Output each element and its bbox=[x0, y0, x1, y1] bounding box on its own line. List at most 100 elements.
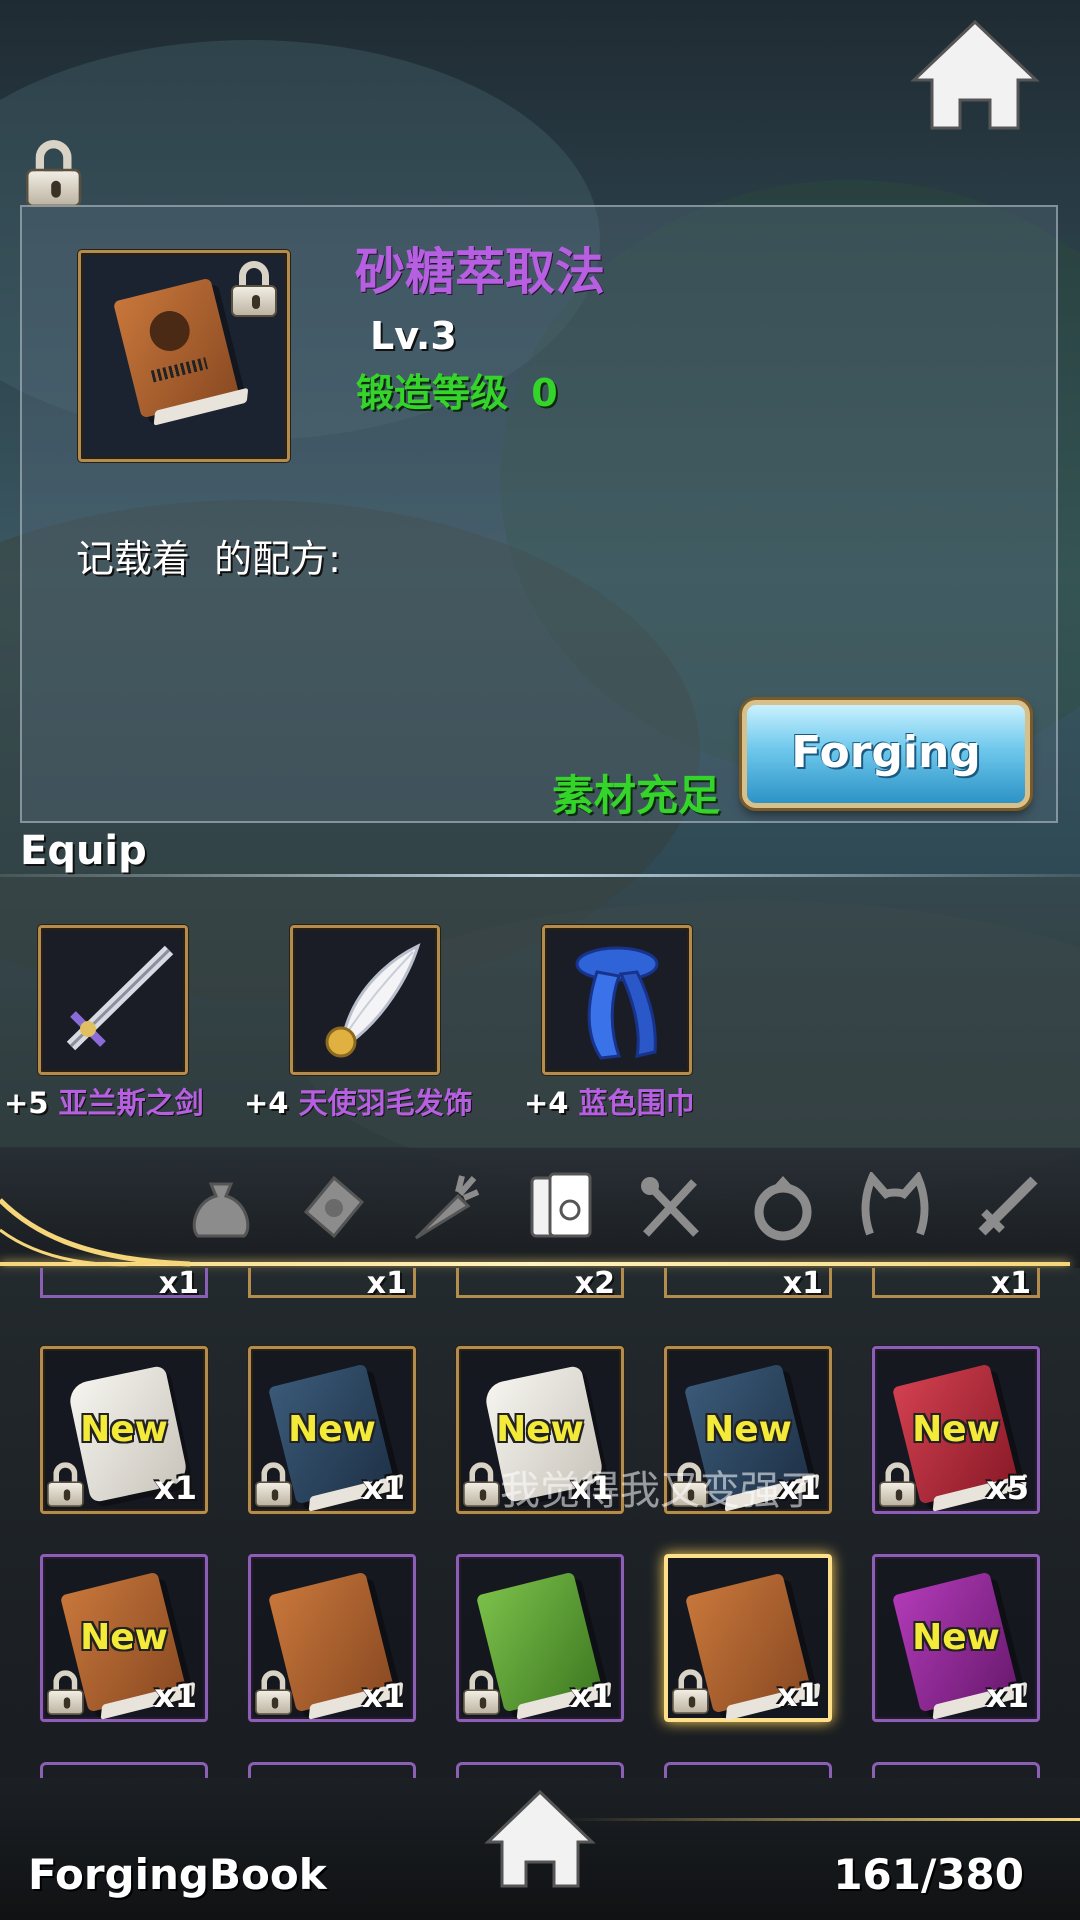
partial-slot[interactable] bbox=[456, 1762, 624, 1778]
lock-icon bbox=[47, 1462, 84, 1507]
home-icon bbox=[484, 1789, 596, 1888]
book-icon bbox=[530, 1172, 592, 1238]
feather-hairpin-icon bbox=[325, 943, 421, 1058]
partial-slot[interactable]: x1 bbox=[248, 1268, 416, 1301]
tab-cutlery[interactable] bbox=[636, 1172, 706, 1242]
item-count: x1 bbox=[362, 1469, 405, 1507]
ring-icon bbox=[754, 1176, 812, 1241]
home-button[interactable] bbox=[910, 19, 1040, 130]
lock-icon bbox=[47, 1670, 84, 1715]
equip-name-2: 天使羽毛发饰 bbox=[298, 1086, 473, 1120]
item-count: x1 bbox=[366, 1268, 407, 1301]
inventory-slot-selected[interactable]: x1 bbox=[664, 1554, 832, 1722]
item-count: x1 bbox=[986, 1677, 1029, 1715]
forging-button-label: Forging bbox=[791, 727, 981, 778]
item-count: x1 bbox=[782, 1268, 823, 1301]
item-count: x1 bbox=[777, 1676, 820, 1714]
inventory-slot[interactable]: New x5 bbox=[872, 1346, 1040, 1514]
partial-slot[interactable]: x2 bbox=[456, 1268, 624, 1301]
recipe-book-icon bbox=[112, 277, 240, 419]
equip-name-3: 蓝色围巾 bbox=[578, 1086, 695, 1120]
bag-icon bbox=[192, 1182, 250, 1238]
lock-icon bbox=[255, 1670, 292, 1715]
equip-plus-3: +4 bbox=[524, 1086, 569, 1120]
tab-envelope[interactable] bbox=[298, 1172, 368, 1242]
sword-icon bbox=[978, 1176, 1038, 1236]
equip-name-1: 亚兰斯之剑 bbox=[58, 1086, 204, 1120]
forging-button[interactable]: Forging bbox=[742, 700, 1030, 808]
forge-level-label: 锻造等级 bbox=[356, 371, 509, 415]
partial-slot[interactable]: x1 bbox=[40, 1268, 208, 1301]
equip-label-3: +4 蓝色围巾 bbox=[524, 1080, 695, 1122]
lock-icon bbox=[231, 261, 277, 317]
lock-icon bbox=[879, 1462, 916, 1507]
tab-bag[interactable] bbox=[186, 1172, 256, 1242]
inventory-slot[interactable]: New x1 bbox=[40, 1554, 208, 1722]
blue-scarf-icon bbox=[575, 946, 659, 1060]
tab-ring[interactable] bbox=[748, 1172, 818, 1242]
material-status: 素材充足 bbox=[552, 771, 721, 820]
equip-slot-1[interactable] bbox=[38, 925, 188, 1075]
item-description: 记载着 的配方: bbox=[76, 537, 341, 581]
inventory-slot[interactable]: New x1 bbox=[40, 1346, 208, 1514]
cutlery-icon bbox=[641, 1177, 699, 1237]
inventory-grid: x1 x1 x2 x1 x1 New x1 New x1 New x1 New … bbox=[0, 1268, 1080, 1778]
tab-bar-ornament bbox=[0, 1198, 190, 1267]
equip-title: Equip bbox=[20, 828, 147, 874]
item-count: x2 bbox=[574, 1268, 615, 1301]
lock-icon bbox=[463, 1670, 500, 1715]
item-name: 砂糖萃取法 bbox=[355, 243, 605, 301]
footer-home-button[interactable] bbox=[484, 1789, 596, 1890]
tab-recipe-book[interactable] bbox=[522, 1166, 602, 1246]
item-count: x1 bbox=[154, 1469, 197, 1507]
lock-icon[interactable] bbox=[26, 140, 82, 208]
equip-slot-2[interactable] bbox=[290, 925, 440, 1075]
inventory-slot[interactable]: New x1 bbox=[872, 1554, 1040, 1722]
item-level: Lv.3 bbox=[370, 314, 457, 358]
inventory-slot[interactable]: x1 bbox=[456, 1554, 624, 1722]
footer-gold-line bbox=[560, 1818, 1080, 1821]
footer-title: ForgingBook bbox=[28, 1850, 327, 1899]
carrot-icon bbox=[414, 1175, 480, 1240]
inventory-slot[interactable]: x1 bbox=[248, 1554, 416, 1722]
forge-level-line: 锻造等级 0 bbox=[356, 362, 558, 417]
partial-slot[interactable] bbox=[248, 1762, 416, 1778]
equip-plus-1: +5 bbox=[4, 1086, 49, 1120]
equip-slot-3[interactable] bbox=[542, 925, 692, 1075]
new-badge: New bbox=[80, 1617, 168, 1658]
equip-label-2: +4 天使羽毛发饰 bbox=[244, 1080, 473, 1122]
partial-slot[interactable] bbox=[40, 1762, 208, 1778]
item-count: x1 bbox=[362, 1677, 405, 1715]
item-count: x1 bbox=[154, 1677, 197, 1715]
item-count: x5 bbox=[986, 1469, 1029, 1507]
lock-icon bbox=[463, 1462, 500, 1507]
new-badge: New bbox=[912, 1617, 1000, 1658]
new-badge: New bbox=[288, 1409, 376, 1450]
lock-icon bbox=[672, 1669, 709, 1714]
item-count: x1 bbox=[570, 1677, 613, 1715]
tab-carrot[interactable] bbox=[410, 1172, 480, 1242]
new-badge: New bbox=[704, 1409, 792, 1450]
tab-headwear[interactable] bbox=[860, 1170, 930, 1242]
equip-label-1: +5 亚兰斯之剑 bbox=[4, 1080, 204, 1122]
item-detail-icon-frame bbox=[78, 250, 290, 462]
partial-slot[interactable] bbox=[664, 1762, 832, 1778]
new-badge: New bbox=[912, 1409, 1000, 1450]
new-badge: New bbox=[80, 1409, 168, 1450]
home-icon bbox=[910, 19, 1040, 130]
item-count: x1 bbox=[990, 1268, 1031, 1301]
inventory-slot[interactable]: New x1 bbox=[248, 1346, 416, 1514]
forge-level-value: 0 bbox=[531, 371, 558, 415]
partial-slot[interactable] bbox=[872, 1762, 1040, 1778]
partial-slot[interactable]: x1 bbox=[872, 1268, 1040, 1301]
envelope-icon bbox=[303, 1175, 365, 1239]
toast-message: 我觉得我又变强了 bbox=[500, 1468, 820, 1514]
sword-icon bbox=[66, 945, 174, 1051]
footer-item-count: 161/380 bbox=[833, 1850, 1024, 1899]
tab-weapon[interactable] bbox=[972, 1172, 1042, 1242]
cat-ears-icon bbox=[861, 1170, 929, 1236]
new-badge: New bbox=[496, 1409, 584, 1450]
lock-icon bbox=[255, 1462, 292, 1507]
item-count: x1 bbox=[158, 1268, 199, 1301]
partial-slot[interactable]: x1 bbox=[664, 1268, 832, 1301]
